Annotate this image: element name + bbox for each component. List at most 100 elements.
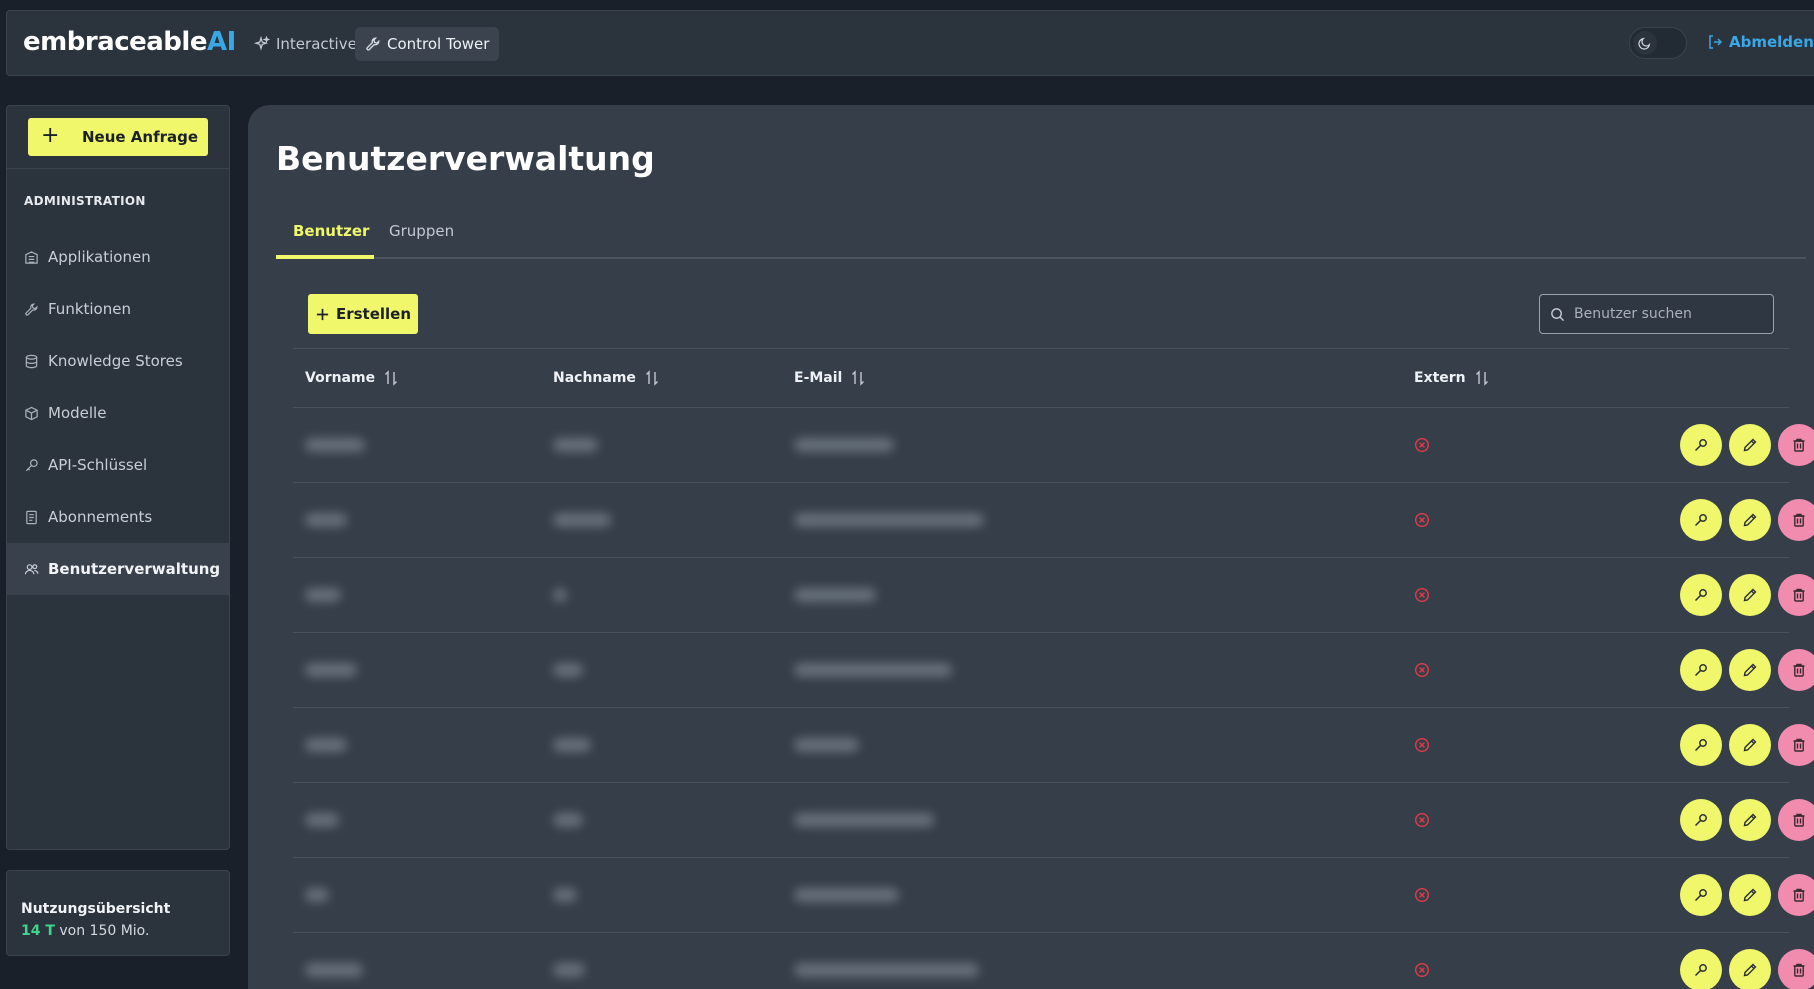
logout-button[interactable]: Abmelden <box>1707 33 1814 51</box>
sidebar-item-benutzerverwaltung[interactable]: Benutzerverwaltung <box>7 543 229 595</box>
logo-accent: AI <box>206 27 236 57</box>
sidebar-item-label: Benutzerverwaltung <box>48 560 221 578</box>
delete-button[interactable] <box>1778 949 1814 989</box>
reset-password-button[interactable] <box>1680 424 1722 466</box>
edit-button[interactable] <box>1729 874 1771 916</box>
email-cell <box>794 738 859 752</box>
row-actions <box>1680 874 1814 916</box>
delete-button[interactable] <box>1778 424 1814 466</box>
table-header: Vorname Nachname E-Mail Extern <box>293 348 1789 408</box>
delete-button[interactable] <box>1778 799 1814 841</box>
delete-button[interactable] <box>1778 649 1814 691</box>
app-logo[interactable]: embraceableAI <box>23 27 236 57</box>
cube-icon <box>25 406 38 420</box>
tab-benutzer[interactable]: Benutzer <box>293 222 369 240</box>
usage-used: 14 T <box>21 923 55 939</box>
sidebar-item-api-schluessel[interactable]: API-Schlüssel <box>7 439 229 491</box>
vorname-cell <box>305 888 329 902</box>
row-actions <box>1680 724 1814 766</box>
extern-false-icon <box>1414 812 1430 828</box>
table-row[interactable] <box>293 783 1814 858</box>
edit-button[interactable] <box>1729 499 1771 541</box>
sidebar-item-label: Applikationen <box>48 248 151 266</box>
table-row[interactable] <box>293 558 1814 633</box>
edit-button[interactable] <box>1729 574 1771 616</box>
trash-icon <box>1791 887 1807 903</box>
table-row[interactable] <box>293 408 1814 483</box>
nav-interactive[interactable]: Interactive <box>244 27 367 61</box>
sidebar-item-knowledge-stores[interactable]: Knowledge Stores <box>7 335 229 387</box>
nav-control-tower-label: Control Tower <box>387 35 490 53</box>
reset-password-button[interactable] <box>1680 574 1722 616</box>
email-cell <box>794 438 894 452</box>
theme-toggle[interactable] <box>1629 27 1687 59</box>
delete-button[interactable] <box>1778 499 1814 541</box>
nav-control-tower[interactable]: Control Tower <box>355 27 500 61</box>
trash-icon <box>1791 962 1807 978</box>
key-icon <box>1693 887 1709 903</box>
sidebar-item-abonnements[interactable]: Abonnements <box>7 491 229 543</box>
main-panel: Benutzerverwaltung Benutzer Gruppen Erst… <box>248 105 1814 989</box>
table-row[interactable] <box>293 933 1814 989</box>
table-row[interactable] <box>293 633 1814 708</box>
column-header-email[interactable]: E-Mail <box>794 370 866 386</box>
reset-password-button[interactable] <box>1680 649 1722 691</box>
edit-button[interactable] <box>1729 949 1771 989</box>
vorname-cell <box>305 813 339 827</box>
delete-button[interactable] <box>1778 874 1814 916</box>
reset-password-button[interactable] <box>1680 724 1722 766</box>
reset-password-button[interactable] <box>1680 949 1722 989</box>
delete-button[interactable] <box>1778 574 1814 616</box>
edit-button[interactable] <box>1729 649 1771 691</box>
nachname-cell <box>553 738 591 752</box>
sidebar-item-funktionen[interactable]: Funktionen <box>7 283 229 335</box>
email-cell <box>794 663 952 677</box>
column-header-nachname[interactable]: Nachname <box>553 370 660 386</box>
table-row[interactable] <box>293 483 1814 558</box>
tab-gruppen[interactable]: Gruppen <box>389 222 454 240</box>
plus-icon <box>316 308 329 320</box>
vorname-cell <box>305 438 365 452</box>
edit-button[interactable] <box>1729 799 1771 841</box>
sidebar: + Neue Anfrage ADMINISTRATION Applikatio… <box>6 105 230 850</box>
extern-false-icon <box>1414 962 1430 978</box>
reset-password-button[interactable] <box>1680 874 1722 916</box>
wrench-icon <box>25 302 38 316</box>
row-actions <box>1680 499 1814 541</box>
sidebar-item-applikationen[interactable]: Applikationen <box>7 231 229 283</box>
sort-icon <box>645 370 658 386</box>
key-icon <box>1693 812 1709 828</box>
delete-button[interactable] <box>1778 724 1814 766</box>
users-icon <box>24 563 39 574</box>
row-actions <box>1680 649 1814 691</box>
email-cell <box>794 888 899 902</box>
extern-false-icon <box>1414 512 1430 528</box>
pencil-icon <box>1742 962 1758 978</box>
edit-button[interactable] <box>1729 724 1771 766</box>
tabs-divider <box>276 257 1806 259</box>
search-field[interactable] <box>1539 294 1774 334</box>
nachname-cell <box>553 588 567 602</box>
pencil-icon <box>1742 512 1758 528</box>
create-user-button[interactable]: Erstellen <box>308 294 418 334</box>
vorname-cell <box>305 513 347 527</box>
table-row[interactable] <box>293 858 1814 933</box>
sidebar-divider <box>7 168 229 169</box>
create-user-label: Erstellen <box>335 305 412 323</box>
new-request-button[interactable]: + Neue Anfrage <box>28 118 208 156</box>
page-title: Benutzerverwaltung <box>276 139 655 178</box>
reset-password-button[interactable] <box>1680 499 1722 541</box>
pencil-icon <box>1742 587 1758 603</box>
search-input[interactable] <box>1574 306 1754 322</box>
column-header-extern[interactable]: Extern <box>1414 370 1490 386</box>
column-header-vorname[interactable]: Vorname <box>305 370 399 386</box>
reset-password-button[interactable] <box>1680 799 1722 841</box>
sidebar-item-modelle[interactable]: Modelle <box>7 387 229 439</box>
key-icon <box>1693 662 1709 678</box>
nachname-cell <box>553 513 611 527</box>
sidebar-item-label: Abonnements <box>48 508 153 526</box>
table-row[interactable] <box>293 708 1814 783</box>
pencil-icon <box>1742 737 1758 753</box>
sidebar-item-label: Funktionen <box>48 300 131 318</box>
edit-button[interactable] <box>1729 424 1771 466</box>
